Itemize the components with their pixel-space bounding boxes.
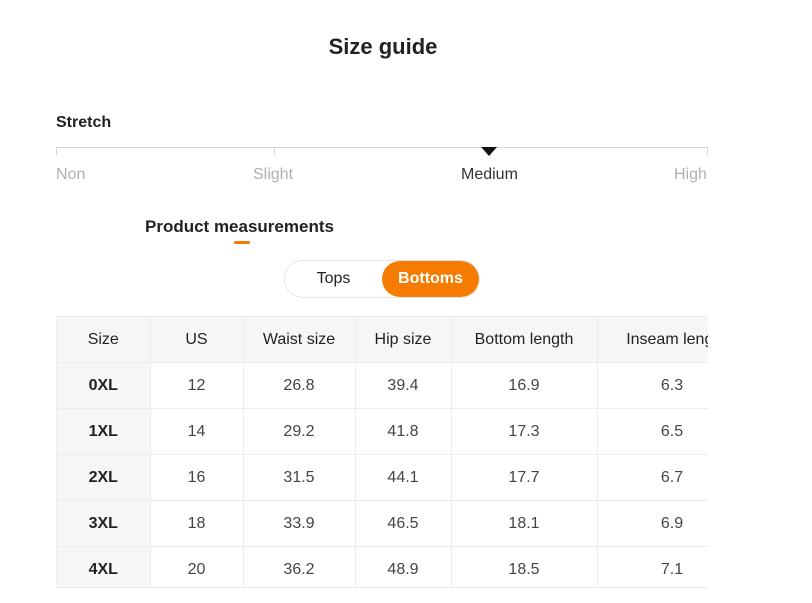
waist-cell: 29.2	[243, 408, 356, 455]
column-header-us: US	[150, 317, 244, 363]
us-cell: 20	[150, 546, 244, 587]
hip-cell: 39.4	[355, 362, 452, 409]
us-cell: 18	[150, 500, 244, 547]
inseam-length-cell: 6.3	[597, 362, 708, 409]
waist-cell: 33.9	[243, 500, 356, 547]
tops-button[interactable]: Tops	[285, 261, 382, 297]
stretch-tick	[274, 147, 275, 155]
table-row: 4XL 20 36.2 48.9 18.5 7.1	[57, 546, 708, 587]
bottom-length-cell: 17.7	[451, 454, 598, 501]
size-cell: 4XL	[57, 546, 151, 587]
page-title: Size guide	[328, 34, 438, 59]
table-row: 0XL 12 26.8 39.4 16.9 6.3	[57, 362, 708, 409]
waist-cell: 36.2	[243, 546, 356, 587]
hip-cell: 44.1	[355, 454, 452, 501]
inseam-length-cell: 6.9	[597, 500, 708, 547]
column-header-waist-size: Waist size	[243, 317, 356, 363]
hip-cell: 48.9	[355, 546, 452, 587]
table-row: 2XL 16 31.5 44.1 17.7 6.7	[57, 454, 708, 501]
inseam-length-cell: 6.7	[597, 454, 708, 501]
table-row: 1XL 14 29.2 41.8 17.3 6.5	[57, 408, 708, 455]
table-row: 3XL 18 33.9 46.5 18.1 6.9	[57, 500, 708, 547]
size-cell: 1XL	[57, 408, 151, 455]
size-cell: 2XL	[57, 454, 151, 501]
table-header-row: Size US Waist size Hip size Bottom lengt…	[57, 317, 708, 363]
bottom-length-cell: 18.5	[451, 546, 598, 587]
column-header-inseam-length: Inseam lengt	[597, 317, 708, 363]
size-table-container[interactable]: Size US Waist size Hip size Bottom lengt…	[56, 316, 708, 588]
tab-active-indicator	[234, 241, 250, 244]
stretch-label: Stretch	[56, 114, 112, 131]
tab-product-measurements[interactable]: Product measurements	[145, 217, 334, 237]
stretch-level-high: High	[674, 166, 707, 183]
size-cell: 0XL	[57, 362, 151, 409]
column-header-hip-size: Hip size	[355, 317, 452, 363]
column-header-bottom-length: Bottom length	[451, 317, 598, 363]
waist-cell: 31.5	[243, 454, 356, 501]
column-header-size: Size	[57, 317, 151, 363]
us-cell: 12	[150, 362, 244, 409]
hip-cell: 46.5	[355, 500, 452, 547]
stretch-level-non: Non	[56, 166, 86, 183]
waist-cell: 26.8	[243, 362, 356, 409]
us-cell: 16	[150, 454, 244, 501]
size-table: Size US Waist size Hip size Bottom lengt…	[57, 317, 708, 587]
us-cell: 14	[150, 408, 244, 455]
stretch-level-medium: Medium	[461, 166, 518, 183]
hip-cell: 41.8	[355, 408, 452, 455]
stretch-marker-icon	[481, 147, 497, 156]
size-cell: 3XL	[57, 500, 151, 547]
stretch-tick	[707, 147, 708, 155]
stretch-level-slight: Slight	[253, 166, 294, 183]
bottom-length-cell: 17.3	[451, 408, 598, 455]
stretch-tick	[56, 147, 57, 155]
bottom-length-cell: 18.1	[451, 500, 598, 547]
bottom-length-cell: 16.9	[451, 362, 598, 409]
tops-bottoms-toggle: Tops Bottoms	[284, 260, 480, 298]
inseam-length-cell: 7.1	[597, 546, 708, 587]
inseam-length-cell: 6.5	[597, 408, 708, 455]
stretch-scale-line	[56, 147, 708, 148]
bottoms-button[interactable]: Bottoms	[382, 261, 479, 297]
